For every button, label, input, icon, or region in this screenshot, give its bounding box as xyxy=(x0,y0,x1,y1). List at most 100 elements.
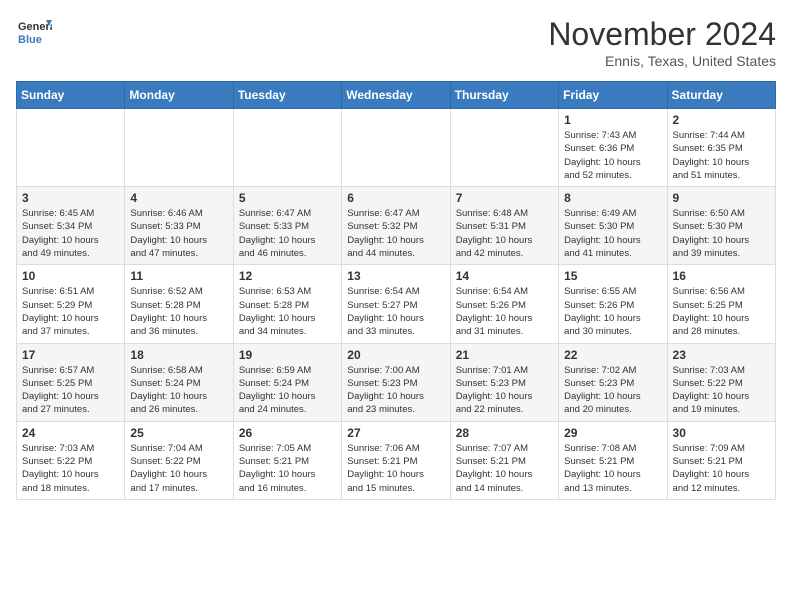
calendar-cell: 22Sunrise: 7:02 AM Sunset: 5:23 PM Dayli… xyxy=(559,343,667,421)
weekday-header-wednesday: Wednesday xyxy=(342,82,450,109)
day-number: 30 xyxy=(673,426,770,440)
day-number: 18 xyxy=(130,348,227,362)
day-info: Sunrise: 6:47 AM Sunset: 5:33 PM Dayligh… xyxy=(239,207,336,260)
day-number: 24 xyxy=(22,426,119,440)
day-info: Sunrise: 7:07 AM Sunset: 5:21 PM Dayligh… xyxy=(456,442,553,495)
day-number: 10 xyxy=(22,269,119,283)
calendar-cell: 30 Sunrise: 7:09 AM Sunset: 5:21 PM Dayli… xyxy=(667,421,775,499)
day-info: Sunrise: 6:50 AM Sunset: 5:30 PM Dayligh… xyxy=(673,207,770,260)
day-info: Sunrise: 7:03 AM Sunset: 5:22 PM Dayligh… xyxy=(22,442,119,495)
day-number: 14 xyxy=(456,269,553,283)
day-info: Sunrise: 7:04 AM Sunset: 5:22 PM Dayligh… xyxy=(130,442,227,495)
day-number: 26 xyxy=(239,426,336,440)
svg-text:Blue: Blue xyxy=(18,34,42,46)
day-info: Sunrise: 6:53 AM Sunset: 5:28 PM Dayligh… xyxy=(239,285,336,338)
calendar-week-row: 3 Sunrise: 6:45 AM Sunset: 5:34 PM Daylig… xyxy=(17,187,776,265)
day-info: Sunrise: 6:58 AM Sunset: 5:24 PM Dayligh… xyxy=(130,364,227,417)
calendar-cell: 9 Sunrise: 6:50 AM Sunset: 5:30 PM Daylig… xyxy=(667,187,775,265)
title-section: November 2024 Ennis, Texas, United State… xyxy=(548,16,776,69)
svg-text:General: General xyxy=(18,21,52,33)
calendar-cell: 18 Sunrise: 6:58 AM Sunset: 5:24 PM Dayli… xyxy=(125,343,233,421)
day-number: 5 xyxy=(239,191,336,205)
calendar-cell: 16 Sunrise: 6:56 AM Sunset: 5:25 PM Dayli… xyxy=(667,265,775,343)
day-number: 17 xyxy=(22,348,119,362)
day-info: Sunrise: 7:43 AM Sunset: 6:36 PM Dayligh… xyxy=(564,129,661,182)
day-number: 15 xyxy=(564,269,661,283)
day-info: Sunrise: 7:05 AM Sunset: 5:21 PM Dayligh… xyxy=(239,442,336,495)
day-number: 3 xyxy=(22,191,119,205)
calendar-cell: 15 Sunrise: 6:55 AM Sunset: 5:26 PM Dayli… xyxy=(559,265,667,343)
day-info: Sunrise: 7:44 AM Sunset: 6:35 PM Dayligh… xyxy=(673,129,770,182)
day-info: Sunrise: 6:46 AM Sunset: 5:33 PM Dayligh… xyxy=(130,207,227,260)
day-info: Sunrise: 6:54 AM Sunset: 5:27 PM Dayligh… xyxy=(347,285,444,338)
weekday-header-tuesday: Tuesday xyxy=(233,82,341,109)
calendar-cell: 6Sunrise: 6:47 AM Sunset: 5:32 PM Daylig… xyxy=(342,187,450,265)
day-info: Sunrise: 6:59 AM Sunset: 5:24 PM Dayligh… xyxy=(239,364,336,417)
calendar-cell: 28 Sunrise: 7:07 AM Sunset: 5:21 PM Dayli… xyxy=(450,421,558,499)
day-info: Sunrise: 7:03 AM Sunset: 5:22 PM Dayligh… xyxy=(673,364,770,417)
calendar-cell: 24 Sunrise: 7:03 AM Sunset: 5:22 PM Dayli… xyxy=(17,421,125,499)
day-number: 12 xyxy=(239,269,336,283)
weekday-header-sunday: Sunday xyxy=(17,82,125,109)
calendar-cell xyxy=(233,109,341,187)
weekday-header-thursday: Thursday xyxy=(450,82,558,109)
calendar-cell xyxy=(125,109,233,187)
calendar-cell: 1 Sunrise: 7:43 AM Sunset: 6:36 PM Daylig… xyxy=(559,109,667,187)
calendar-cell xyxy=(450,109,558,187)
calendar-cell: 8 Sunrise: 6:49 AM Sunset: 5:30 PM Daylig… xyxy=(559,187,667,265)
calendar-cell: 14Sunrise: 6:54 AM Sunset: 5:26 PM Dayli… xyxy=(450,265,558,343)
calendar-cell xyxy=(17,109,125,187)
day-number: 9 xyxy=(673,191,770,205)
day-number: 13 xyxy=(347,269,444,283)
day-number: 11 xyxy=(130,269,227,283)
day-number: 1 xyxy=(564,113,661,127)
day-number: 21 xyxy=(456,348,553,362)
day-number: 25 xyxy=(130,426,227,440)
day-info: Sunrise: 7:01 AM Sunset: 5:23 PM Dayligh… xyxy=(456,364,553,417)
day-number: 7 xyxy=(456,191,553,205)
day-number: 29 xyxy=(564,426,661,440)
calendar-cell: 27 Sunrise: 7:06 AM Sunset: 5:21 PM Dayli… xyxy=(342,421,450,499)
page-header: General Blue November 2024 Ennis, Texas,… xyxy=(16,16,776,69)
day-info: Sunrise: 6:48 AM Sunset: 5:31 PM Dayligh… xyxy=(456,207,553,260)
day-info: Sunrise: 6:51 AM Sunset: 5:29 PM Dayligh… xyxy=(22,285,119,338)
calendar-cell: 12 Sunrise: 6:53 AM Sunset: 5:28 PM Dayli… xyxy=(233,265,341,343)
location-title: Ennis, Texas, United States xyxy=(548,53,776,69)
day-number: 8 xyxy=(564,191,661,205)
day-number: 19 xyxy=(239,348,336,362)
calendar-cell: 26 Sunrise: 7:05 AM Sunset: 5:21 PM Dayli… xyxy=(233,421,341,499)
logo: General Blue xyxy=(16,16,52,52)
day-info: Sunrise: 6:45 AM Sunset: 5:34 PM Dayligh… xyxy=(22,207,119,260)
calendar-cell: 19 Sunrise: 6:59 AM Sunset: 5:24 PM Dayli… xyxy=(233,343,341,421)
day-number: 4 xyxy=(130,191,227,205)
day-number: 27 xyxy=(347,426,444,440)
calendar-cell: 23 Sunrise: 7:03 AM Sunset: 5:22 PM Dayli… xyxy=(667,343,775,421)
day-number: 20 xyxy=(347,348,444,362)
weekday-header-saturday: Saturday xyxy=(667,82,775,109)
day-number: 23 xyxy=(673,348,770,362)
calendar-cell: 3 Sunrise: 6:45 AM Sunset: 5:34 PM Daylig… xyxy=(17,187,125,265)
day-info: Sunrise: 6:55 AM Sunset: 5:26 PM Dayligh… xyxy=(564,285,661,338)
day-info: Sunrise: 7:09 AM Sunset: 5:21 PM Dayligh… xyxy=(673,442,770,495)
calendar-cell: 17 Sunrise: 6:57 AM Sunset: 5:25 PM Dayli… xyxy=(17,343,125,421)
weekday-header-monday: Monday xyxy=(125,82,233,109)
day-info: Sunrise: 6:57 AM Sunset: 5:25 PM Dayligh… xyxy=(22,364,119,417)
calendar-week-row: 17 Sunrise: 6:57 AM Sunset: 5:25 PM Dayli… xyxy=(17,343,776,421)
day-number: 2 xyxy=(673,113,770,127)
day-number: 22 xyxy=(564,348,661,362)
day-number: 28 xyxy=(456,426,553,440)
day-info: Sunrise: 7:08 AM Sunset: 5:21 PM Dayligh… xyxy=(564,442,661,495)
day-info: Sunrise: 6:52 AM Sunset: 5:28 PM Dayligh… xyxy=(130,285,227,338)
day-info: Sunrise: 7:06 AM Sunset: 5:21 PM Dayligh… xyxy=(347,442,444,495)
calendar-week-row: 24 Sunrise: 7:03 AM Sunset: 5:22 PM Dayli… xyxy=(17,421,776,499)
day-number: 6 xyxy=(347,191,444,205)
calendar-cell: 4 Sunrise: 6:46 AM Sunset: 5:33 PM Daylig… xyxy=(125,187,233,265)
calendar-cell: 29 Sunrise: 7:08 AM Sunset: 5:21 PM Dayli… xyxy=(559,421,667,499)
day-number: 16 xyxy=(673,269,770,283)
day-info: Sunrise: 6:49 AM Sunset: 5:30 PM Dayligh… xyxy=(564,207,661,260)
weekday-header-row: SundayMondayTuesdayWednesdayThursdayFrid… xyxy=(17,82,776,109)
calendar-cell: 13 Sunrise: 6:54 AM Sunset: 5:27 PM Dayli… xyxy=(342,265,450,343)
calendar-cell xyxy=(342,109,450,187)
weekday-header-friday: Friday xyxy=(559,82,667,109)
day-info: Sunrise: 6:56 AM Sunset: 5:25 PM Dayligh… xyxy=(673,285,770,338)
